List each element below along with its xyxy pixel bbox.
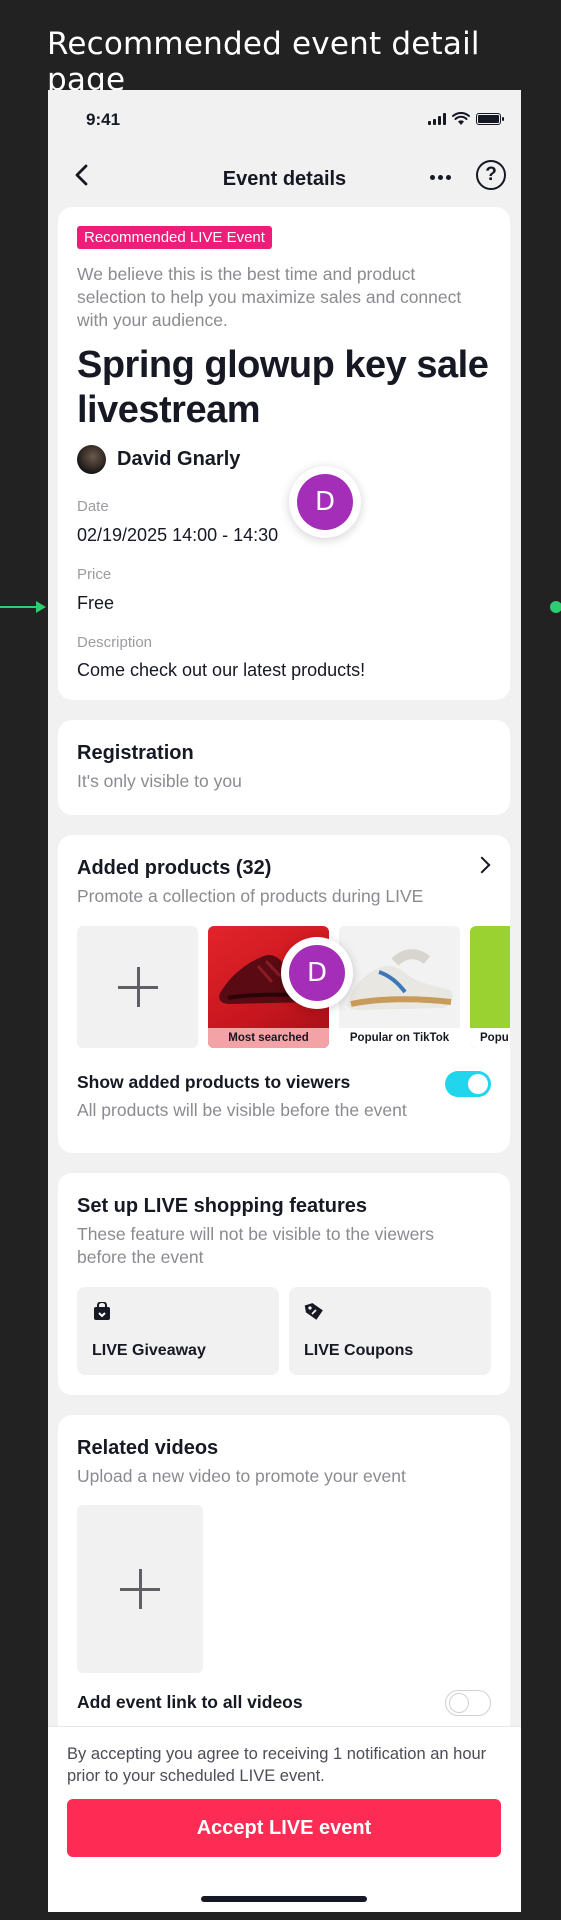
registration-card[interactable]: Registration It's only visible to you (58, 720, 510, 815)
live-giveaway-label: LIVE Giveaway (92, 1342, 206, 1359)
related-videos-title: Related videos (77, 1437, 219, 1459)
description-value: Come check out our latest products! (77, 660, 366, 680)
event-link-label: Add event link to all videos (77, 1692, 303, 1712)
chevron-right-icon[interactable] (473, 856, 491, 874)
added-products-subtitle: Promote a collection of products during … (77, 886, 424, 906)
plus-icon (117, 967, 158, 1007)
show-products-subtitle: All products will be visible before the … (77, 1100, 407, 1120)
added-products-title[interactable]: Added products (32) (77, 857, 271, 880)
help-button[interactable]: ? (476, 160, 506, 190)
connector-dot (550, 601, 561, 613)
event-link-toggle[interactable] (445, 1690, 491, 1716)
product-tag: Popular on TikTok (339, 1028, 460, 1048)
status-icons (428, 112, 504, 126)
battery-icon (476, 113, 504, 125)
added-products-card: Added products (32) Promote a collection… (58, 835, 510, 1153)
collaborator-avatar: D (289, 466, 361, 538)
sneaker-image (347, 949, 453, 1010)
legal-notice: By accepting you agree to receiving 1 no… (67, 1745, 487, 1785)
wifi-icon (452, 112, 470, 125)
collaborator-avatar: D (281, 937, 353, 1009)
more-dot-icon (437, 174, 443, 180)
date-value: 02/19/2025 14:00 - 14:30 (77, 525, 279, 545)
add-product-button[interactable] (77, 926, 198, 1048)
collaborator-initial: D (289, 945, 345, 1001)
related-videos-subtitle: Upload a new video to promote your event (77, 1466, 406, 1486)
add-video-button[interactable] (77, 1505, 203, 1673)
phone-screen: 9:41 Event details ? Recommended LIVE Ev (48, 90, 521, 1912)
shopping-features-card: Set up LIVE shopping features These feat… (58, 1173, 510, 1395)
event-info-card: Recommended LIVE Event We believe this i… (58, 207, 510, 700)
show-products-label: Show added products to viewers (77, 1072, 351, 1092)
show-products-toggle[interactable] (445, 1071, 491, 1097)
collaborator-initial: D (297, 474, 353, 530)
description-label: Description (77, 634, 153, 651)
shopping-features-subtitle: These feature will not be visible to the… (77, 1224, 434, 1267)
event-title: Spring glowup key sale livestream (77, 344, 489, 431)
price-value: Free (77, 593, 115, 613)
connector-arrow-icon (36, 601, 46, 613)
product-tag: Popu (470, 1028, 510, 1048)
bottom-action-sheet: By accepting you agree to receiving 1 no… (48, 1726, 521, 1912)
product-thumbnail[interactable]: Popular on TikTok (339, 926, 460, 1048)
registration-title: Registration (77, 742, 194, 764)
home-indicator[interactable] (201, 1896, 367, 1902)
price-label: Price (77, 566, 112, 583)
status-bar: 9:41 (48, 90, 521, 146)
more-dot-icon (429, 174, 435, 180)
product-thumbnail[interactable]: Popu (470, 926, 510, 1048)
host-avatar (77, 445, 106, 474)
shopping-features-title: Set up LIVE shopping features (77, 1195, 368, 1217)
registration-subtitle: It's only visible to you (77, 771, 242, 791)
related-videos-card: Related videos Upload a new video to pro… (58, 1415, 510, 1745)
status-time: 9:41 (86, 110, 121, 129)
nav-bar: Event details ? (48, 146, 521, 206)
host-name: David Gnarly (117, 448, 241, 470)
event-intro-text: We believe this is the best time and pro… (77, 264, 462, 330)
coupon-tag-icon (304, 1303, 323, 1320)
more-options-button[interactable] (425, 162, 455, 192)
product-tag: Most searched (208, 1028, 329, 1048)
page-heading: Recommended event detail page (47, 26, 480, 98)
more-dot-icon (445, 174, 451, 180)
recommended-badge: Recommended LIVE Event (77, 226, 272, 249)
date-label: Date (77, 498, 109, 515)
live-giveaway-tile[interactable]: LIVE Giveaway (77, 1287, 279, 1375)
giveaway-bag-icon (94, 1302, 110, 1320)
live-coupons-label: LIVE Coupons (304, 1342, 414, 1359)
accept-live-event-button[interactable]: Accept LIVE event (67, 1799, 501, 1857)
live-coupons-tile[interactable]: LIVE Coupons (289, 1287, 491, 1375)
plus-icon (120, 1569, 160, 1609)
signal-icon (428, 113, 446, 125)
